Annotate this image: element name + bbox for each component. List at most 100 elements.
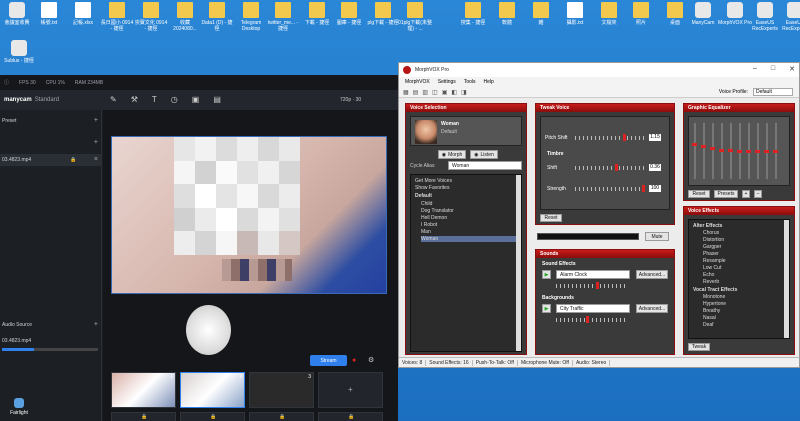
eq-band[interactable] — [773, 123, 778, 179]
thumbnail-locked[interactable]: 🔒 — [249, 412, 314, 421]
thumbnail-3[interactable]: 3 — [249, 372, 314, 408]
desktop-icon[interactable]: 圖庫 - 捷徑 — [332, 2, 366, 26]
thumbnail-locked[interactable]: 🔒 — [180, 412, 245, 421]
play-background-button[interactable]: ▶ — [542, 304, 551, 313]
listen-button[interactable]: ◉ Listen — [470, 150, 498, 159]
thumbnail-locked[interactable]: 🔒 — [111, 412, 176, 421]
desktop-icon-fairlight[interactable]: Fairlight — [2, 398, 36, 416]
eq-add-button[interactable]: + — [742, 190, 750, 198]
list-item[interactable]: Deaf — [703, 322, 714, 328]
eq-reset-button[interactable]: Reset — [688, 190, 710, 198]
desktop-icon[interactable]: MorphVOX Pro — [718, 2, 752, 26]
add-preset-icon[interactable]: + — [94, 117, 98, 124]
desktop-icon[interactable]: 會議室收費 — [0, 2, 34, 26]
shift-value[interactable]: 0.36 — [649, 164, 661, 171]
desktop-icon[interactable]: Telegram Desktop — [234, 2, 268, 32]
desktop-icon[interactable]: 帳號.txt — [32, 2, 66, 26]
list-item[interactable]: Hypertone — [703, 301, 726, 307]
desktop-icon[interactable]: twitter_me... - 捷徑 — [266, 2, 300, 32]
maximize-icon[interactable]: □ — [771, 65, 775, 73]
pitch-shift-slider[interactable] — [575, 134, 645, 141]
list-item[interactable]: Man — [421, 229, 431, 235]
list-item[interactable]: Nasal — [703, 315, 716, 321]
add-source-icon[interactable]: × — [94, 154, 98, 166]
settings-icon[interactable]: ⚙ — [368, 356, 374, 364]
list-item[interactable]: Reverb — [703, 279, 719, 285]
desktop-icon[interactable]: 收藏 2024080... — [168, 2, 202, 32]
list-item[interactable]: Distortion — [703, 237, 724, 243]
list-item[interactable]: Default — [415, 193, 432, 199]
thumbnail-1[interactable]: 1 — [111, 372, 176, 408]
list-item[interactable]: Get More Voices — [415, 178, 452, 184]
desktop-icon[interactable]: 軟體 — [490, 2, 524, 26]
list-item[interactable]: Phaser — [703, 251, 719, 257]
close-icon[interactable]: ✕ — [789, 65, 795, 73]
list-item[interactable]: Gargper — [703, 244, 721, 250]
desktop-icon[interactable]: 照片 — [624, 2, 658, 26]
list-item[interactable]: Resample — [703, 258, 726, 264]
desktop-icon[interactable]: ManyCam — [686, 2, 720, 26]
eq-band[interactable] — [719, 123, 724, 179]
eq-band[interactable] — [710, 123, 715, 179]
list-item[interactable]: I Robot — [421, 222, 437, 228]
list-item[interactable]: Monotone — [703, 294, 725, 300]
strength-slider[interactable] — [575, 185, 645, 192]
list-item[interactable]: Echo — [703, 272, 714, 278]
desktop-icon[interactable]: 攝影.txt — [558, 2, 592, 26]
desktop-icon[interactable]: 文檔夾 — [592, 2, 626, 26]
lock-icon[interactable]: 🔒 — [70, 154, 76, 166]
list-item[interactable]: Vocal Tract Effects — [693, 287, 737, 293]
resolution-select[interactable]: 720p · 30 — [340, 97, 361, 103]
list-item[interactable]: Low Cut — [703, 265, 721, 271]
stream-button[interactable]: Stream — [310, 355, 347, 366]
info-icon[interactable]: ⓘ — [4, 79, 9, 86]
cycle-alias-label[interactable]: Cycle Alias — [410, 163, 434, 169]
audio-slider[interactable] — [2, 348, 98, 351]
toolbar-icon[interactable]: ▦ — [403, 89, 409, 96]
desktop-icon[interactable]: 下載 - 捷徑 — [300, 2, 334, 26]
eq-band[interactable] — [755, 123, 760, 179]
desktop-icon[interactable]: 崇寶文化 0914 - 捷徑 — [134, 2, 168, 32]
voice-profile-select[interactable]: Default — [753, 88, 793, 96]
tweak-effect-button[interactable]: Tweak — [688, 343, 710, 351]
desktop-icon-sublus[interactable]: Sublus - 捷徑 — [2, 40, 36, 64]
audio-file-row[interactable]: 03.4823.mp4 — [0, 338, 102, 344]
eq-band[interactable] — [737, 123, 742, 179]
clock-icon[interactable]: ◷ — [171, 95, 178, 104]
mute-button[interactable]: Mute — [645, 232, 669, 241]
menu-morphvox[interactable]: MorphVOX — [405, 79, 430, 85]
toolbar-icon[interactable]: ◨ — [461, 89, 467, 96]
add-audio-icon[interactable]: + — [94, 321, 98, 328]
toolbar-icon[interactable]: ▤ — [413, 89, 419, 96]
toolbar-icon[interactable]: ▣ — [442, 89, 448, 96]
desktop-icon[interactable]: 記帳.xlsx — [66, 2, 100, 26]
minimize-icon[interactable]: – — [753, 65, 757, 73]
scrollbar[interactable] — [784, 220, 789, 338]
desktop-icon[interactable]: plg下載 - 捷徑 — [366, 2, 400, 26]
background-select[interactable]: City Traffic — [556, 304, 630, 313]
desktop-icon[interactable]: 搜集 - 捷徑 — [456, 2, 490, 26]
desktop-icon[interactable]: 雜 — [524, 2, 558, 26]
eq-band[interactable] — [728, 123, 733, 179]
picture-icon[interactable]: ▣ — [192, 95, 200, 104]
thumbnail-add[interactable]: + — [318, 372, 383, 408]
presentation-icon[interactable]: ▤ — [213, 95, 221, 104]
eq-band[interactable] — [746, 123, 751, 179]
scrollbar[interactable] — [516, 175, 521, 351]
record-icon[interactable]: ● — [352, 357, 356, 364]
list-item[interactable]: Show Favorites — [415, 185, 449, 191]
list-item[interactable]: Hell Demon — [421, 215, 447, 221]
background-advanced-button[interactable]: Advanced... — [636, 304, 668, 313]
text-icon[interactable]: T — [152, 95, 157, 104]
add-layer-icon[interactable]: + — [94, 139, 98, 146]
menu-help[interactable]: Help — [484, 79, 494, 85]
list-item[interactable]: Breathy — [703, 308, 720, 314]
desktop-icon[interactable]: Data1 (D) - 捷徑 — [200, 2, 234, 32]
toolbar-icon[interactable]: ◫ — [432, 89, 438, 96]
list-item[interactable]: Alter Effects — [693, 223, 722, 229]
thumbnail-locked[interactable]: 🔒 — [318, 412, 383, 421]
morph-button[interactable]: ◉ Morph — [438, 150, 466, 159]
desktop-icon[interactable]: 長日國小 0914 - 捷徑 — [100, 2, 134, 32]
wand-icon[interactable]: ⚒ — [131, 95, 138, 104]
eq-remove-button[interactable]: – — [754, 190, 762, 198]
